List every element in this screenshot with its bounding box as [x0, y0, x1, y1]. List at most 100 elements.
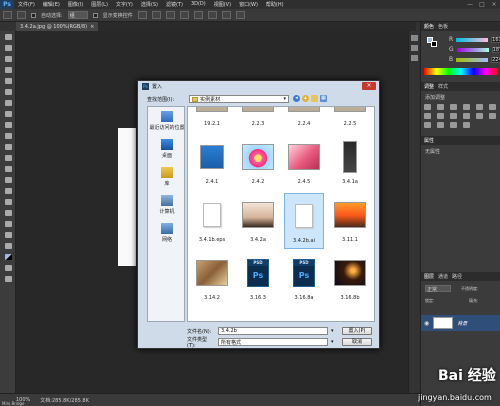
blur-tool[interactable] [0, 163, 16, 174]
pen-tool[interactable] [0, 185, 16, 196]
tab-styles[interactable]: 样式 [438, 83, 448, 90]
menu-item[interactable]: 编辑(E) [39, 1, 64, 8]
align-center-icon[interactable] [193, 11, 203, 19]
view-menu-icon[interactable]: ▦ [320, 95, 327, 102]
file-item[interactable]: 3.16.8b [330, 251, 370, 307]
quick-select-tool[interactable] [0, 64, 16, 75]
file-item[interactable]: 3.4.1a [330, 135, 370, 191]
tab-adjustments[interactable]: 调整 [424, 83, 434, 90]
auto-align-icon[interactable] [235, 11, 245, 19]
tab-color[interactable]: 颜色 [424, 23, 434, 30]
tool-preset-picker[interactable] [17, 11, 26, 19]
hand-tool[interactable] [0, 229, 16, 240]
file-item[interactable]: 2.4.1 [192, 135, 232, 191]
gradient-map-icon[interactable] [463, 122, 470, 128]
auto-select-dropdown[interactable]: 组 [67, 11, 88, 19]
screen-mode-tool[interactable] [0, 273, 16, 284]
dialog-close-button[interactable]: × [362, 82, 376, 90]
zoom-tool[interactable] [0, 240, 16, 251]
eyedropper-tool[interactable] [0, 86, 16, 97]
place-libraries[interactable]: 库 [148, 163, 186, 191]
file-item[interactable]: 3.4.2b.ai [284, 193, 324, 249]
r-slider[interactable] [456, 37, 489, 42]
maximize-button[interactable]: □ [476, 0, 488, 9]
foreground-background-tool[interactable] [0, 251, 16, 262]
place-desktop[interactable]: 桌面 [148, 135, 186, 163]
look-in-dropdown[interactable]: 实例素材 ▾ [189, 95, 290, 103]
move-tool[interactable] [0, 31, 16, 42]
info-icon[interactable] [411, 55, 418, 61]
brush-tool[interactable] [0, 108, 16, 119]
file-item[interactable]: 3.14.2 [192, 251, 232, 307]
align-middle-icon[interactable] [151, 11, 161, 19]
photo-filter-icon[interactable] [450, 113, 457, 119]
blend-mode-select[interactable]: 正常 [425, 285, 451, 293]
file-item[interactable]: 3.4.2a [238, 193, 278, 249]
tab-properties[interactable]: 属性 [424, 137, 434, 144]
filename-dropdown-icon[interactable]: ▾ [331, 328, 334, 334]
tab-channels[interactable]: 通道 [438, 273, 448, 280]
file-item[interactable]: 3.4.1b.eps [192, 193, 232, 249]
layer-row-background[interactable]: ◉ 背景 [421, 315, 500, 331]
dodge-tool[interactable] [0, 174, 16, 185]
file-item[interactable]: 2.2.4 [284, 107, 324, 133]
file-item[interactable]: 2.4.5 [284, 135, 324, 191]
r-value[interactable]: 161 [491, 36, 500, 43]
clone-stamp-tool[interactable] [0, 119, 16, 130]
gradient-tool[interactable] [0, 152, 16, 163]
channel-mixer-icon[interactable] [463, 113, 470, 119]
visibility-eye-icon[interactable]: ◉ [424, 320, 429, 327]
file-item[interactable]: 3.11.1 [330, 193, 370, 249]
align-left-icon[interactable] [179, 11, 189, 19]
lasso-tool[interactable] [0, 53, 16, 64]
menu-item[interactable]: 文字(Y) [112, 1, 137, 8]
up-folder-icon[interactable]: ▴ [302, 95, 309, 102]
file-item[interactable]: 2.2.3 [238, 107, 278, 133]
place-recent-places[interactable]: 最近访问的位置 [148, 107, 186, 135]
auto-select-checkbox[interactable] [31, 12, 36, 18]
selective-color-icon[interactable] [450, 122, 457, 128]
move-tool-icon[interactable] [3, 11, 12, 19]
quick-mask-tool[interactable] [0, 262, 16, 273]
threshold-icon[interactable] [437, 122, 444, 128]
tab-layers[interactable]: 图层 [424, 273, 434, 280]
menu-item[interactable]: 3D(D) [187, 1, 210, 8]
menu-item[interactable]: 图层(L) [87, 1, 112, 8]
color-spectrum[interactable] [424, 68, 498, 75]
menu-item[interactable]: 窗口(W) [235, 1, 262, 8]
menu-item[interactable]: 图像(I) [64, 1, 87, 8]
menu-item[interactable]: 选择(S) [137, 1, 162, 8]
file-item[interactable]: 2.2.5 [330, 107, 370, 133]
color-balance-icon[interactable] [424, 113, 431, 119]
menu-item[interactable]: 滤镜(T) [162, 1, 187, 8]
show-transform-checkbox[interactable] [92, 12, 98, 18]
filetype-select[interactable]: 所有格式 [218, 338, 328, 346]
g-value[interactable]: 187 [491, 46, 500, 53]
align-top-icon[interactable] [137, 11, 147, 19]
tab-swatches[interactable]: 色板 [438, 23, 448, 30]
distribute-icon[interactable] [221, 11, 231, 19]
brightness-icon[interactable] [424, 104, 431, 110]
invert-icon[interactable] [489, 113, 496, 119]
levels-icon[interactable] [437, 104, 444, 110]
place-network[interactable]: 网络 [148, 219, 186, 247]
file-item[interactable]: 2.4.2 [238, 135, 278, 191]
posterize-icon[interactable] [424, 122, 431, 128]
b-slider[interactable] [456, 57, 489, 62]
mini-bridge-tab[interactable]: Mini Bridge [2, 401, 25, 406]
black-white-icon[interactable] [437, 113, 444, 119]
cancel-button[interactable]: 取消 [342, 338, 372, 346]
type-tool[interactable] [0, 196, 16, 207]
document-tab[interactable]: 3.4.2a.jpg @ 100%(RGB/8) × [16, 22, 99, 31]
filename-input[interactable]: 3.4.2b [218, 327, 328, 335]
document-info[interactable]: 文档:285.8K/285.8K [40, 397, 89, 404]
crop-tool[interactable] [0, 75, 16, 86]
color-lookup-icon[interactable] [476, 113, 483, 119]
marquee-tool[interactable] [0, 42, 16, 53]
file-item[interactable]: PSD Ps 3.16.8a [284, 251, 324, 307]
shape-tool[interactable] [0, 218, 16, 229]
new-folder-icon[interactable] [311, 95, 318, 102]
actions-icon[interactable] [411, 45, 418, 51]
place-computer[interactable]: 计算机 [148, 191, 186, 219]
minimize-button[interactable]: — [464, 0, 476, 9]
